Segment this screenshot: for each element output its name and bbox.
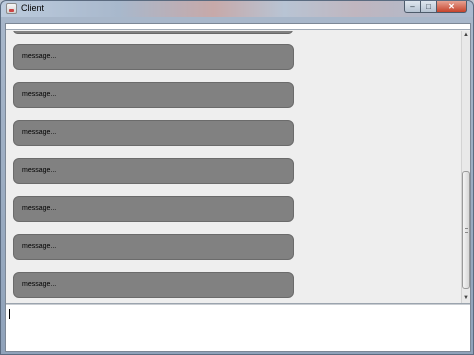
scroll-down-icon[interactable]: ▼	[462, 294, 470, 303]
message-text: message...	[22, 53, 57, 60]
message-bubble: message...	[13, 120, 294, 146]
message-input[interactable]	[6, 304, 470, 351]
window-title: Client	[21, 3, 45, 13]
grip-icon	[465, 228, 468, 233]
message-text: message...	[22, 167, 57, 174]
message-text: message...	[22, 129, 57, 136]
scroll-up-icon[interactable]: ▲	[462, 31, 470, 40]
message-bubble: message...	[13, 272, 294, 298]
message-bubble-partial	[13, 31, 293, 34]
message-bubble: message...	[13, 44, 294, 70]
maximize-button[interactable]: □	[421, 1, 437, 13]
java-app-icon	[6, 3, 17, 14]
message-bubble: message...	[13, 158, 294, 184]
scrollbar-thumb[interactable]	[462, 171, 470, 289]
close-button[interactable]: ✕	[437, 1, 467, 13]
text-caret	[9, 309, 10, 319]
message-bubble: message...	[13, 82, 294, 108]
client-area: message... message... message... message…	[5, 23, 471, 352]
window-controls: – □ ✕	[404, 1, 467, 13]
message-text: message...	[22, 243, 57, 250]
title-bar[interactable]: Client – □ ✕	[1, 1, 473, 17]
top-strip	[6, 24, 470, 30]
messages-pane[interactable]: message... message... message... message…	[6, 31, 461, 303]
message-text: message...	[22, 281, 57, 288]
message-bubble: message...	[13, 234, 294, 260]
messages-scrollbar[interactable]: ▲ ▼	[461, 31, 470, 303]
message-text: message...	[22, 91, 57, 98]
message-text: message...	[22, 205, 57, 212]
minimize-button[interactable]: –	[404, 1, 421, 13]
client-window: Client – □ ✕ message... message... messa…	[0, 0, 474, 355]
message-bubble: message...	[13, 196, 294, 222]
